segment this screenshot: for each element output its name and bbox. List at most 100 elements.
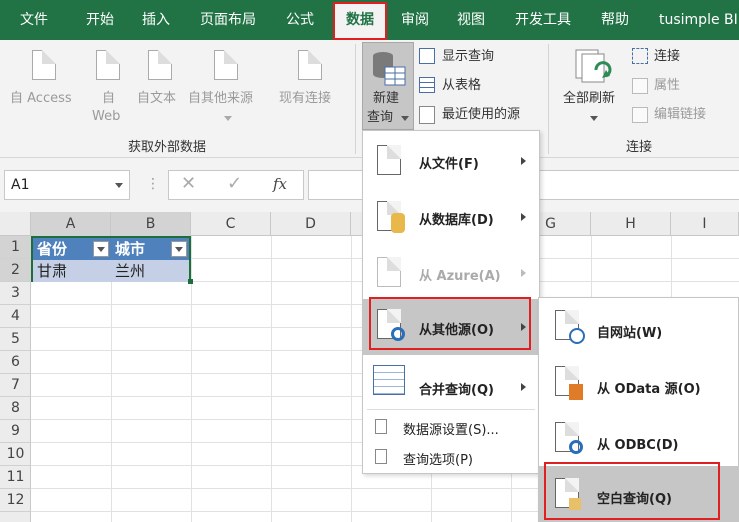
tab-view[interactable]: 视图 xyxy=(457,0,485,40)
data-source-settings-label: 数据源设置(S)... xyxy=(403,423,499,438)
from-text-label: 自文本 xyxy=(137,91,177,106)
menu-item-from-file[interactable]: 从文件(F) xyxy=(363,131,539,193)
chevron-down-icon xyxy=(401,116,409,121)
from-odata-label: 从 OData 源(O) xyxy=(597,382,701,397)
table-cell[interactable]: 兰州 xyxy=(111,260,189,282)
group-divider xyxy=(355,44,356,154)
odata-feed-icon xyxy=(569,384,583,400)
row-header[interactable]: 1 xyxy=(0,236,31,259)
tab-help[interactable]: 帮助 xyxy=(601,0,629,40)
resize-grip-icon[interactable]: ⋮ xyxy=(146,176,160,192)
show-queries-icon xyxy=(419,48,435,64)
from-database-label: 从数据库(D) xyxy=(419,213,494,228)
file-icon xyxy=(377,145,401,175)
fill-handle[interactable] xyxy=(188,279,193,284)
col-header-I[interactable]: I xyxy=(671,212,739,236)
row-header[interactable]: 6 xyxy=(0,351,31,374)
menu-item-from-odbc[interactable]: 从 ODBC(D) xyxy=(539,410,738,466)
menu-item-data-source-settings[interactable]: 数据源设置(S)... xyxy=(363,415,539,441)
row-header[interactable]: 11 xyxy=(0,466,31,489)
gear-icon xyxy=(569,440,583,454)
from-access-label: 自 Access xyxy=(10,91,72,106)
access-doc-icon xyxy=(32,50,56,80)
tab-file[interactable]: 文件 xyxy=(20,0,48,40)
menu-item-from-database[interactable]: 从数据库(D) xyxy=(363,187,539,249)
row-header[interactable]: 7 xyxy=(0,374,31,397)
grid-line xyxy=(351,236,352,522)
col-header-B[interactable]: B xyxy=(111,212,191,236)
new-query-button[interactable]: 新建 查询 xyxy=(362,42,414,130)
table-icon xyxy=(419,77,435,93)
group-label-get-external: 获取外部数据 xyxy=(128,140,207,155)
query-options-label: 查询选项(P) xyxy=(403,453,473,468)
tab-developer[interactable]: 开发工具 xyxy=(515,0,571,40)
tab-tusimple-bi[interactable]: tusimple BI xyxy=(659,0,738,40)
row-header[interactable]: 8 xyxy=(0,397,31,420)
refresh-all-label: 全部刷新 xyxy=(563,91,616,106)
row-header[interactable]: 10 xyxy=(0,443,31,466)
settings-gear-icon xyxy=(375,419,387,434)
grid-line xyxy=(271,236,272,522)
row-header[interactable]: 12 xyxy=(0,489,31,512)
chevron-down-icon xyxy=(224,116,232,121)
merge-queries-label: 合并查询(Q) xyxy=(419,383,494,398)
highlight-box xyxy=(369,297,531,350)
from-azure-label: 从 Azure(A) xyxy=(419,269,501,284)
table-cell[interactable]: 甘肃 xyxy=(33,260,111,282)
globe-icon xyxy=(569,328,585,344)
row-header[interactable]: 2 xyxy=(0,259,31,282)
name-box[interactable]: A1 xyxy=(4,170,130,200)
select-all-corner[interactable] xyxy=(0,212,31,236)
show-queries-label: 显示查询 xyxy=(442,49,495,64)
from-table-label: 从表格 xyxy=(442,78,482,93)
row-header[interactable]: 5 xyxy=(0,328,31,351)
row-header[interactable]: 9 xyxy=(0,420,31,443)
menu-item-from-azure[interactable]: 从 Azure(A) xyxy=(363,243,539,299)
submenu-arrow-icon xyxy=(521,383,526,391)
menu-item-from-odata[interactable]: 从 OData 源(O) xyxy=(539,354,738,410)
col-header-C[interactable]: C xyxy=(191,212,271,236)
tab-review[interactable]: 审阅 xyxy=(401,0,429,40)
tab-insert[interactable]: 插入 xyxy=(142,0,170,40)
tab-home[interactable]: 开始 xyxy=(86,0,114,40)
tab-page-layout[interactable]: 页面布局 xyxy=(200,0,256,40)
existing-connections-label: 现有连接 xyxy=(279,91,332,106)
tab-data[interactable]: 数据 xyxy=(333,2,387,40)
enter-check-icon[interactable]: ✓ xyxy=(227,173,242,194)
col-header-H[interactable]: H xyxy=(591,212,671,236)
menu-item-merge-queries[interactable]: 合并查询(Q) xyxy=(363,359,539,415)
database-table-icon xyxy=(373,52,406,86)
from-other-label: 自其他来源 xyxy=(188,91,254,106)
new-query-label-2: 查询 xyxy=(367,110,394,125)
azure-icon xyxy=(377,257,401,287)
menu-item-query-options[interactable]: 查询选项(P) xyxy=(363,445,539,471)
formula-actions: ✕ ✓ fx xyxy=(168,170,304,200)
options-icon xyxy=(375,449,387,464)
col-header-A[interactable]: A xyxy=(31,212,111,236)
menu-separator xyxy=(367,409,535,410)
connections-icon xyxy=(632,48,648,64)
row-headers: 1 2 3 4 5 6 7 8 9 10 11 12 xyxy=(0,236,31,522)
menu-item-from-web[interactable]: 自网站(W) xyxy=(539,298,738,354)
filter-dropdown-button[interactable] xyxy=(93,241,109,257)
filter-dropdown-button[interactable] xyxy=(171,241,187,257)
col-header-D[interactable]: D xyxy=(271,212,351,236)
insert-function-icon[interactable]: fx xyxy=(273,175,287,193)
highlight-box xyxy=(544,462,720,520)
existing-doc-icon xyxy=(298,50,322,80)
excel-table[interactable]: 省份 城市 甘肃 兰州 xyxy=(31,236,193,284)
other-doc-icon xyxy=(214,50,238,80)
chevron-down-icon xyxy=(115,183,123,188)
row-header[interactable]: 4 xyxy=(0,305,31,328)
database-cylinder-icon xyxy=(391,213,405,233)
from-web-label: 自网站(W) xyxy=(597,326,663,341)
row-header[interactable]: 3 xyxy=(0,282,31,305)
group-divider xyxy=(548,44,549,154)
new-query-label-1: 新建 xyxy=(373,91,400,106)
cancel-icon[interactable]: ✕ xyxy=(181,173,196,194)
recent-sources-label: 最近使用的源 xyxy=(442,107,521,122)
tab-formulas[interactable]: 公式 xyxy=(286,0,314,40)
from-odbc-label: 从 ODBC(D) xyxy=(597,438,679,453)
submenu-arrow-icon xyxy=(521,213,526,221)
submenu-arrow-icon xyxy=(521,269,526,277)
